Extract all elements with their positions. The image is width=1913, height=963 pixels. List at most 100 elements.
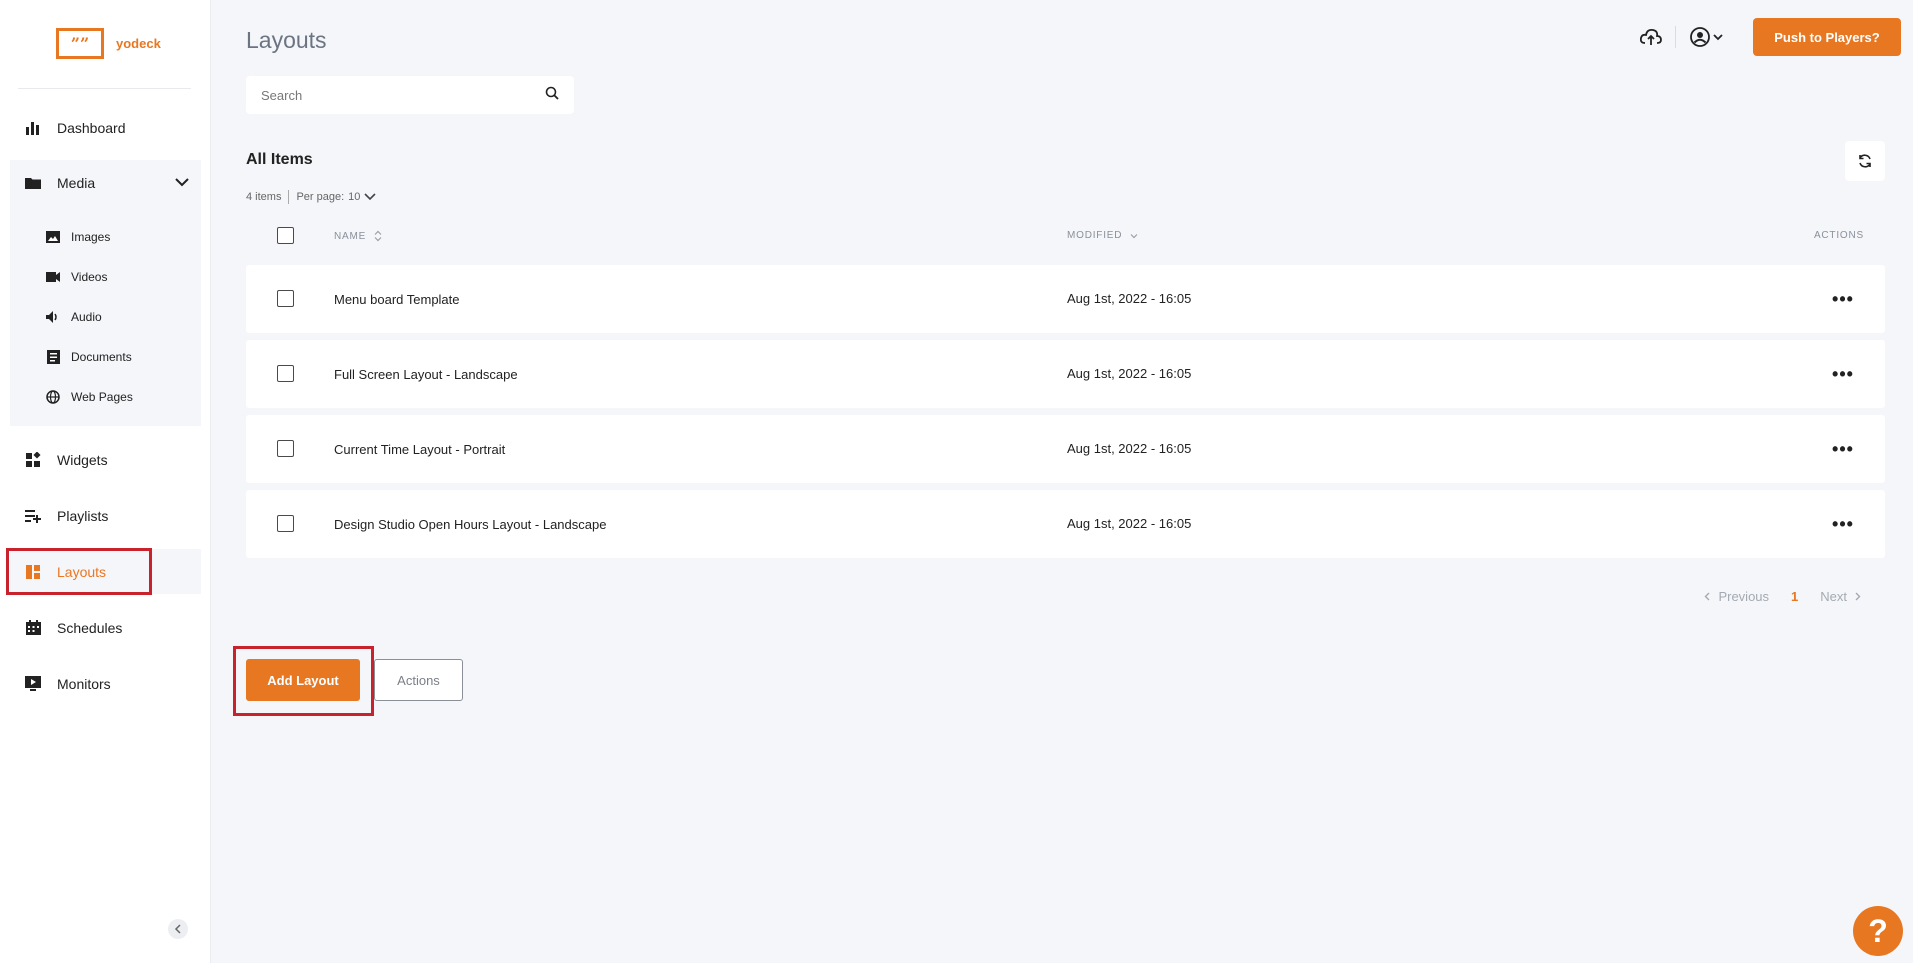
pagination: Previous 1 Next bbox=[1704, 589, 1861, 604]
table-row[interactable]: Current Time Layout - Portrait Aug 1st, … bbox=[246, 415, 1885, 483]
row-name[interactable]: Full Screen Layout - Landscape bbox=[334, 367, 518, 382]
user-avatar-icon bbox=[1689, 27, 1710, 47]
column-label: NAME bbox=[334, 230, 367, 242]
more-actions-icon[interactable]: ••• bbox=[1829, 285, 1857, 313]
sidebar-item-label: Dashboard bbox=[57, 119, 126, 136]
chevron-left-icon bbox=[1704, 592, 1710, 601]
row-checkbox[interactable] bbox=[277, 365, 294, 382]
logo-text: yodeck bbox=[116, 36, 161, 51]
sidebar-item-label: Monitors bbox=[57, 675, 111, 692]
subitem-label: Web Pages bbox=[71, 390, 133, 404]
row-name[interactable]: Design Studio Open Hours Layout - Landsc… bbox=[334, 517, 606, 532]
sidebar-item-monitors[interactable]: Monitors bbox=[10, 661, 201, 706]
actions-button[interactable]: Actions bbox=[374, 659, 463, 701]
next-page-label[interactable]: Next bbox=[1820, 589, 1847, 604]
refresh-icon bbox=[1859, 154, 1871, 168]
column-header-name[interactable]: NAME bbox=[334, 230, 382, 242]
column-header-actions: ACTIONS bbox=[1813, 230, 1864, 241]
row-modified: Aug 1st, 2022 - 16:05 bbox=[1067, 516, 1192, 531]
header-divider bbox=[1675, 26, 1676, 48]
column-label: MODIFIED bbox=[1067, 230, 1123, 241]
table-row[interactable]: Menu board Template Aug 1st, 2022 - 16:0… bbox=[246, 265, 1885, 333]
calendar-icon bbox=[24, 619, 42, 637]
chevron-left-icon bbox=[174, 924, 181, 934]
search-icon[interactable] bbox=[545, 86, 559, 105]
sidebar-item-label: Layouts bbox=[57, 563, 107, 580]
search-input[interactable] bbox=[261, 87, 545, 103]
image-icon bbox=[46, 230, 60, 244]
per-page-value: 10 bbox=[348, 191, 361, 203]
sidebar-item-schedules[interactable]: Schedules bbox=[10, 605, 201, 650]
sidebar-subitem-documents[interactable]: Documents bbox=[46, 342, 132, 372]
collapse-sidebar-button[interactable] bbox=[168, 919, 188, 939]
next-page-button[interactable] bbox=[1855, 589, 1861, 604]
cloud-upload-button[interactable] bbox=[1635, 21, 1667, 53]
playlist-add-icon bbox=[24, 507, 42, 525]
sidebar-subitem-web-pages[interactable]: Web Pages bbox=[46, 382, 133, 412]
refresh-button[interactable] bbox=[1845, 141, 1885, 181]
subitem-label: Audio bbox=[71, 310, 102, 324]
page-title: Layouts bbox=[246, 27, 327, 53]
sort-desc-icon bbox=[1130, 233, 1138, 238]
row-modified: Aug 1st, 2022 - 16:05 bbox=[1067, 366, 1192, 381]
current-page[interactable]: 1 bbox=[1791, 589, 1798, 604]
per-page-label: Per page: bbox=[296, 191, 345, 203]
subitem-label: Images bbox=[71, 230, 111, 244]
table-row[interactable]: Design Studio Open Hours Layout - Landsc… bbox=[246, 490, 1885, 558]
sidebar-item-widgets[interactable]: Widgets bbox=[10, 437, 201, 482]
list-meta: 4 items Per page: 10 bbox=[246, 190, 376, 204]
subitem-label: Documents bbox=[71, 350, 132, 364]
row-checkbox[interactable] bbox=[277, 290, 294, 307]
user-menu-button[interactable] bbox=[1684, 21, 1728, 53]
subitem-label: Videos bbox=[71, 270, 108, 284]
chevron-down-icon bbox=[1712, 33, 1723, 40]
speaker-icon bbox=[46, 310, 60, 324]
sidebar-item-playlists[interactable]: Playlists bbox=[10, 493, 201, 538]
top-right-controls: Push to Players? bbox=[1635, 18, 1901, 56]
sidebar-item-media[interactable]: Media bbox=[10, 160, 201, 205]
sidebar-divider bbox=[18, 88, 191, 89]
add-layout-button[interactable]: Add Layout bbox=[246, 659, 360, 701]
folder-icon bbox=[24, 174, 42, 192]
push-to-players-button[interactable]: Push to Players? bbox=[1753, 18, 1901, 56]
chevron-right-icon bbox=[1855, 592, 1861, 601]
widgets-icon bbox=[24, 451, 42, 469]
sidebar-subitem-images[interactable]: Images bbox=[46, 222, 110, 252]
logo[interactable]: ”” yodeck bbox=[56, 28, 161, 59]
select-all-checkbox[interactable] bbox=[277, 227, 294, 244]
chevron-down-icon bbox=[364, 193, 376, 201]
row-name[interactable]: Current Time Layout - Portrait bbox=[334, 442, 505, 457]
sidebar: ”” yodeck Dashboard Media Images Videos … bbox=[0, 0, 211, 963]
globe-icon bbox=[46, 390, 60, 404]
row-checkbox[interactable] bbox=[277, 515, 294, 532]
sidebar-item-label: Media bbox=[57, 174, 96, 191]
table-row[interactable]: Full Screen Layout - Landscape Aug 1st, … bbox=[246, 340, 1885, 408]
item-count: 4 items bbox=[246, 191, 282, 203]
more-actions-icon[interactable]: ••• bbox=[1829, 360, 1857, 388]
previous-page-button[interactable] bbox=[1704, 589, 1710, 604]
sidebar-subitem-audio[interactable]: Audio bbox=[46, 302, 102, 332]
chevron-down-icon[interactable] bbox=[175, 174, 189, 190]
row-name[interactable]: Menu board Template bbox=[334, 292, 460, 307]
sidebar-subitem-videos[interactable]: Videos bbox=[46, 262, 107, 292]
sidebar-item-dashboard[interactable]: Dashboard bbox=[10, 105, 201, 150]
search-box bbox=[246, 76, 574, 114]
per-page-select[interactable]: Per page: 10 bbox=[296, 191, 376, 203]
previous-page-label[interactable]: Previous bbox=[1718, 589, 1769, 604]
sidebar-item-label: Widgets bbox=[57, 451, 108, 468]
row-modified: Aug 1st, 2022 - 16:05 bbox=[1067, 441, 1192, 456]
document-icon bbox=[46, 350, 60, 364]
row-checkbox[interactable] bbox=[277, 440, 294, 457]
column-header-modified[interactable]: MODIFIED bbox=[1067, 230, 1138, 241]
video-icon bbox=[46, 270, 60, 284]
cloud-upload-icon bbox=[1640, 28, 1662, 45]
sidebar-item-label: Schedules bbox=[57, 619, 123, 636]
sidebar-item-layouts[interactable]: Layouts bbox=[10, 549, 201, 594]
more-actions-icon[interactable]: ••• bbox=[1829, 510, 1857, 538]
monitor-play-icon bbox=[24, 675, 42, 693]
more-actions-icon[interactable]: ••• bbox=[1829, 435, 1857, 463]
table-header: NAME MODIFIED ACTIONS bbox=[246, 224, 1885, 249]
help-button[interactable]: ? bbox=[1853, 906, 1903, 956]
sidebar-item-label: Playlists bbox=[57, 507, 109, 524]
layout-icon bbox=[24, 563, 42, 581]
